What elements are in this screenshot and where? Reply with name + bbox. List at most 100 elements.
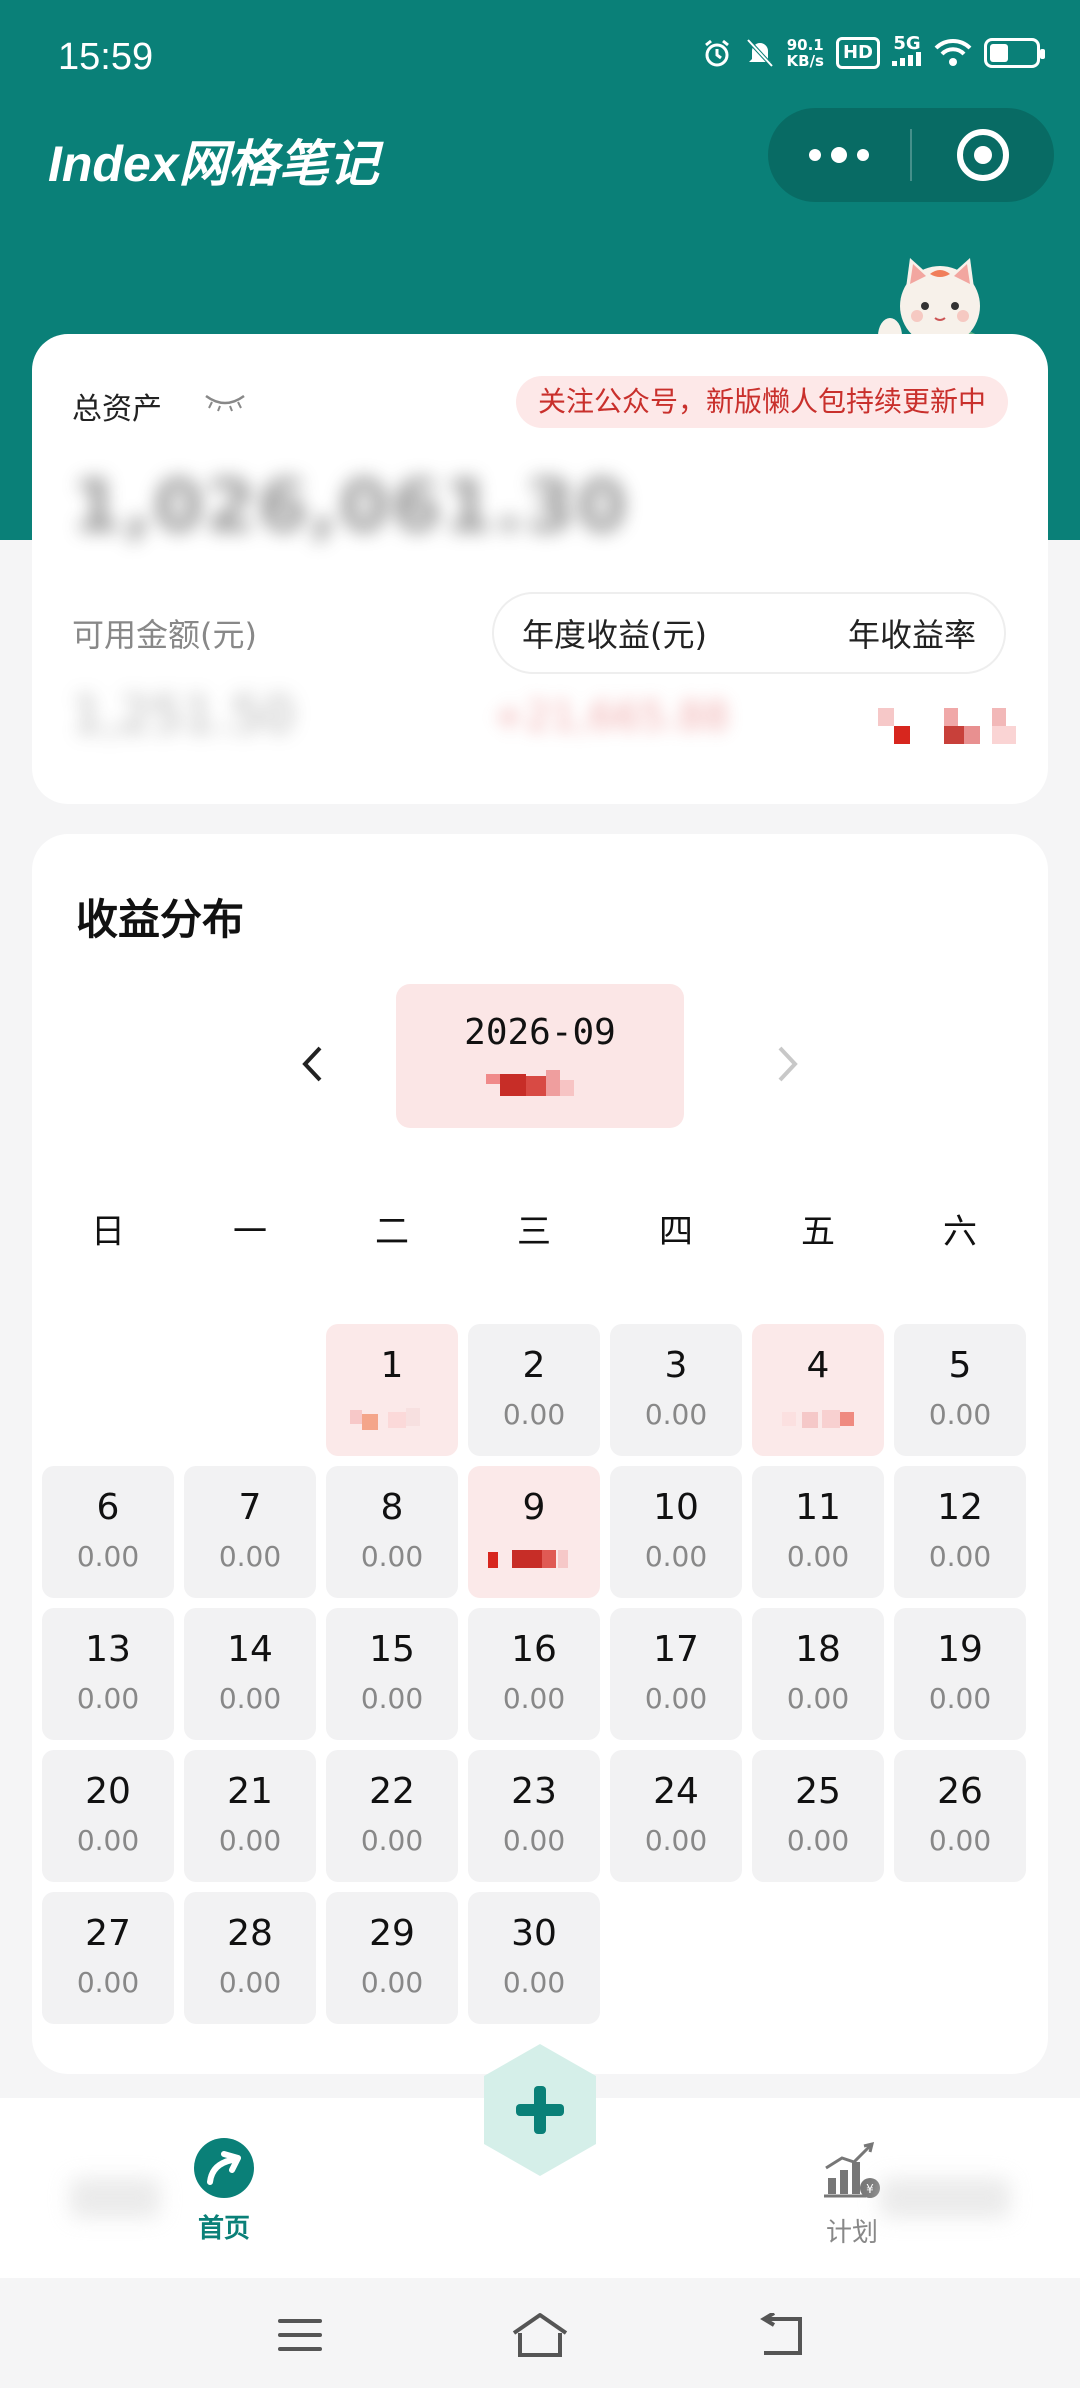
day-number: 25 [795,1771,841,1812]
weekday-label: 二 [375,1212,409,1252]
calendar-day[interactable]: 6 0.00 [42,1466,174,1598]
day-number: 18 [795,1629,841,1670]
annual-rate-tab[interactable]: 年收益率 [848,610,976,656]
day-profit-value [752,1402,884,1432]
calendar-day[interactable]: 9 [468,1466,600,1598]
calendar-day[interactable]: 13 0.00 [42,1608,174,1740]
weekday-label: 一 [233,1212,267,1252]
calendar-day[interactable]: 10 0.00 [610,1466,742,1598]
eye-closed-icon[interactable] [204,392,246,412]
weekday-label: 日 [91,1212,125,1252]
weekday-label: 三 [517,1212,551,1252]
menu-button[interactable] [260,2300,340,2370]
calendar-day[interactable]: 22 0.00 [326,1750,458,1882]
day-number: 7 [238,1487,262,1528]
day-number: 28 [227,1913,273,1954]
day-number: 17 [653,1629,699,1670]
add-button[interactable] [476,2040,604,2180]
day-profit-value: 0.00 [928,1540,992,1573]
calendar-day[interactable]: 1 [326,1324,458,1456]
day-profit-value: 0.00 [644,1824,708,1857]
calendar-day[interactable]: 30 0.00 [468,1892,600,2024]
day-profit-value [326,1402,458,1432]
menu-icon [278,2319,322,2351]
calendar-day[interactable]: 17 0.00 [610,1608,742,1740]
profit-calendar-card: 收益分布 2026-09 日一二三四五六 1 2 0.00 3 0.00 4 5 0.00 6 0… [32,834,1048,2074]
day-profit-value: 0.00 [502,1824,566,1857]
calendar-day[interactable]: 8 0.00 [326,1466,458,1598]
calendar-day[interactable]: 19 0.00 [894,1608,1026,1740]
calendar-day[interactable]: 28 0.00 [184,1892,316,2024]
day-number: 2 [522,1345,546,1386]
calendar-day[interactable]: 26 0.00 [894,1750,1026,1882]
calendar-day[interactable]: 21 0.00 [184,1750,316,1882]
calendar-day[interactable]: 14 0.00 [184,1608,316,1740]
chevron-right-icon [778,1046,798,1082]
calendar-day[interactable]: 18 0.00 [752,1608,884,1740]
net-speed: 90.1 KB/s [786,35,824,70]
calendar-day[interactable]: 16 0.00 [468,1608,600,1740]
notice-banner[interactable]: 关注公众号，新版懒人包持续更新中 [515,376,1008,428]
day-number: 21 [227,1771,273,1812]
annual-profit-tab[interactable]: 年度收益(元) [522,610,707,656]
next-month-button[interactable] [758,1034,818,1094]
prev-month-button[interactable] [282,1034,342,1094]
day-number: 8 [380,1487,404,1528]
profit-toggle[interactable]: 年度收益(元) 年收益率 [492,592,1006,674]
alarm-icon [704,39,729,66]
calendar-day[interactable]: 11 0.00 [752,1466,884,1598]
day-number: 1 [380,1345,404,1386]
calendar-day[interactable]: 23 0.00 [468,1750,600,1882]
calendar-day[interactable]: 4 [752,1324,884,1456]
day-number: 24 [653,1771,699,1812]
close-button[interactable] [912,129,1054,181]
calendar-day[interactable]: 3 0.00 [610,1324,742,1456]
back-button[interactable] [740,2300,820,2370]
day-profit-value: 0.00 [76,1540,140,1573]
calendar-day[interactable]: 20 0.00 [42,1750,174,1882]
day-profit-value: 0.00 [360,1540,424,1573]
day-profit-value: 0.00 [360,1824,424,1857]
day-number: 26 [937,1771,983,1812]
calendar-day[interactable]: 27 0.00 [42,1892,174,2024]
tab-blurred-text-right [880,2178,1010,2218]
day-profit-value: 0.00 [360,1682,424,1715]
weekday-label: 五 [801,1212,835,1252]
status-icons: 90.1 KB/s HD 5G [701,35,1045,70]
day-number: 10 [653,1487,699,1528]
more-button[interactable] [768,147,910,163]
day-number: 30 [511,1913,557,1954]
day-number: 15 [369,1629,415,1670]
day-profit-value: 0.00 [218,1824,282,1857]
mute-bell-icon [746,38,773,67]
day-profit-value: 0.00 [928,1824,992,1857]
day-number: 27 [85,1913,131,1954]
day-profit-value: 0.00 [360,1966,424,1999]
calendar-day[interactable]: 2 0.00 [468,1324,600,1456]
calendar-day[interactable]: 7 0.00 [184,1466,316,1598]
day-number: 20 [85,1771,131,1812]
tab-home[interactable]: 首页 [172,2138,276,2245]
calendar-day[interactable]: 5 0.00 [894,1324,1026,1456]
calendar-day[interactable]: 24 0.00 [610,1750,742,1882]
day-number: 5 [948,1345,972,1386]
day-number: 12 [937,1487,983,1528]
day-number: 29 [369,1913,415,1954]
calendar-day[interactable]: 12 0.00 [894,1466,1026,1598]
tab-home-label: 首页 [197,2214,250,2244]
day-profit-value: 0.00 [928,1682,992,1715]
calendar-day[interactable]: 15 0.00 [326,1608,458,1740]
day-profit-value: 0.00 [786,1540,850,1573]
day-number: 14 [227,1629,273,1670]
calendar-day[interactable]: 25 0.00 [752,1750,884,1882]
day-number: 6 [96,1487,120,1528]
day-profit-value: 0.00 [644,1540,708,1573]
tab-blurred-text-left [70,2178,160,2218]
calendar-day[interactable]: 29 0.00 [326,1892,458,2024]
signal-icon [892,52,921,66]
app-title: Index网格笔记 [48,136,379,192]
home-button[interactable] [500,2300,580,2370]
day-number: 13 [85,1629,131,1670]
current-month[interactable]: 2026-09 [396,984,684,1128]
day-number: 9 [522,1487,546,1528]
